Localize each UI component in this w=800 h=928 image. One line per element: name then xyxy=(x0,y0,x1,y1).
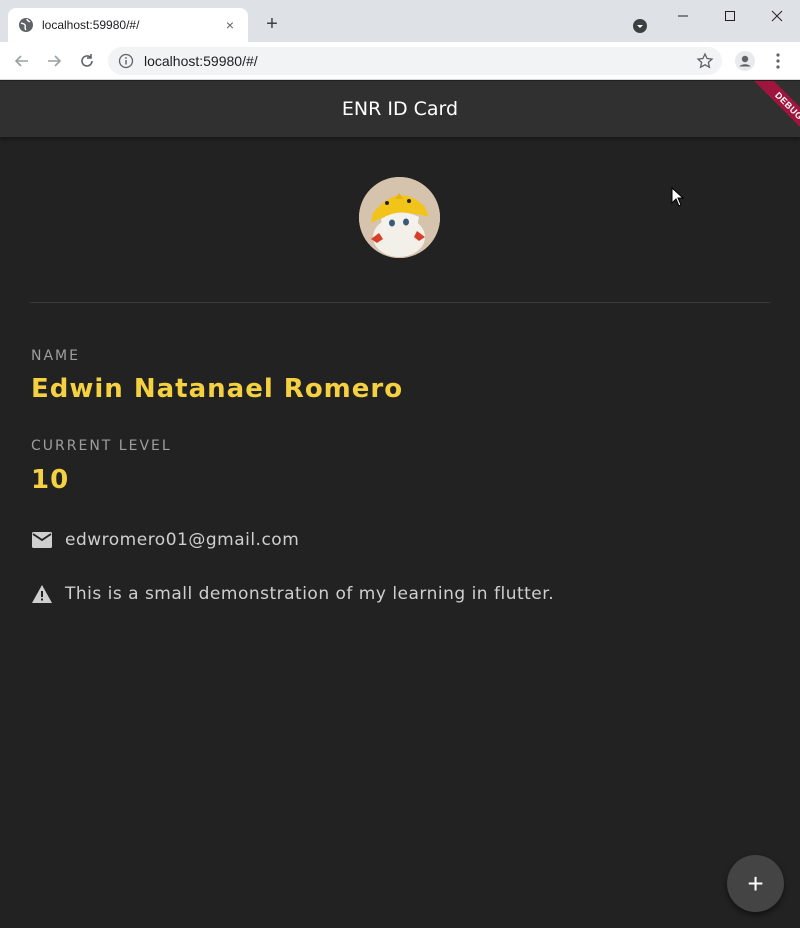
note-text: This is a small demonstration of my lear… xyxy=(65,584,555,604)
tab-search-icon[interactable] xyxy=(632,18,648,34)
globe-icon xyxy=(18,17,34,33)
level-value: 10 xyxy=(31,465,70,495)
reload-icon[interactable] xyxy=(76,50,98,72)
note-row: This is a small demonstration of my lear… xyxy=(31,583,554,605)
bookmark-star-icon[interactable] xyxy=(696,52,714,70)
tab-title: localhost:59980/#/ xyxy=(42,18,140,32)
add-button[interactable]: + xyxy=(727,855,784,912)
debug-ribbon-label: DEBUG xyxy=(745,81,800,150)
back-arrow-icon[interactable] xyxy=(11,50,33,72)
browser-tab[interactable]: localhost:59980/#/ × xyxy=(8,8,248,42)
new-tab-button[interactable]: + xyxy=(260,12,284,36)
minimize-icon[interactable] xyxy=(660,4,706,28)
profile-icon[interactable] xyxy=(735,51,755,71)
browser-tabstrip: localhost:59980/#/ × + xyxy=(0,0,800,42)
email-row: edwromero01@gmail.com xyxy=(31,529,299,551)
kebab-menu-icon[interactable] xyxy=(770,51,786,71)
close-tab-icon[interactable]: × xyxy=(222,17,238,33)
warning-icon xyxy=(31,583,53,605)
avatar xyxy=(359,177,440,258)
address-bar[interactable]: localhost:59980/#/ xyxy=(108,47,722,75)
divider xyxy=(30,302,770,303)
url-text: localhost:59980/#/ xyxy=(144,53,258,69)
email-icon xyxy=(31,529,53,551)
forward-arrow-icon[interactable] xyxy=(43,50,65,72)
name-label: NAME xyxy=(31,348,80,364)
app-bar: ENR ID Card xyxy=(0,81,800,137)
window-close-icon[interactable] xyxy=(754,4,800,28)
mouse-cursor-icon xyxy=(671,186,685,207)
info-icon[interactable] xyxy=(118,53,134,69)
email-text: edwromero01@gmail.com xyxy=(65,530,300,550)
app-title: ENR ID Card xyxy=(341,98,459,120)
level-label: CURRENT LEVEL xyxy=(31,438,172,454)
debug-banner: DEBUG xyxy=(720,81,800,161)
maximize-icon[interactable] xyxy=(707,4,753,28)
name-value: Edwin Natanael Romero xyxy=(31,374,404,404)
browser-toolbar: localhost:59980/#/ xyxy=(0,42,800,80)
